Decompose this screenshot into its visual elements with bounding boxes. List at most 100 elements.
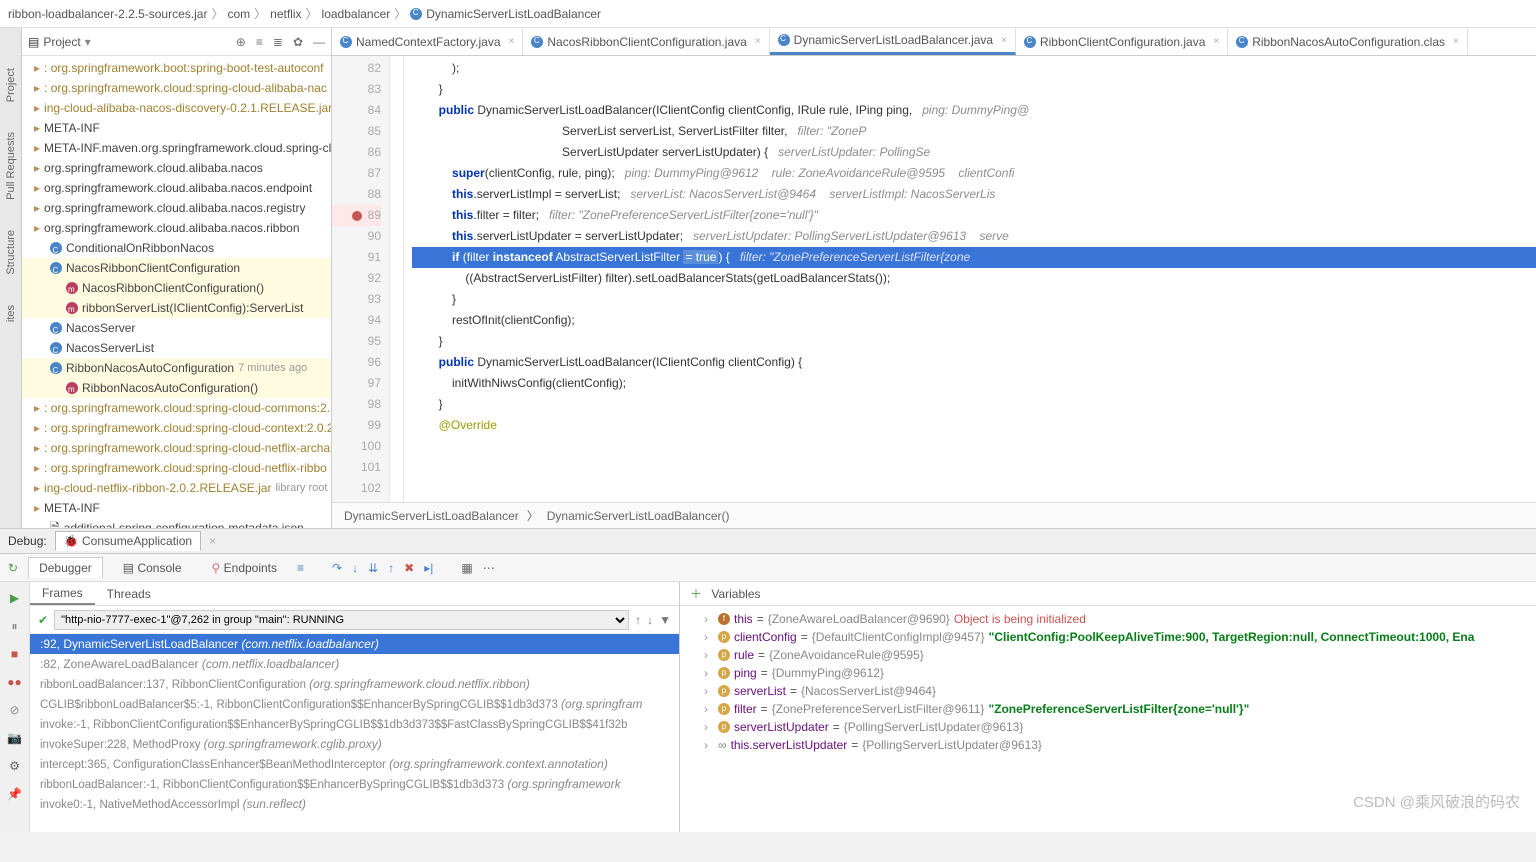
tree-item[interactable]: ▸ing-cloud-netflix-ribbon-2.0.2.RELEASE.… xyxy=(22,478,331,498)
expand-all-icon[interactable]: ≡ xyxy=(256,35,263,49)
tree-item[interactable]: ▸org.springframework.cloud.alibaba.nacos… xyxy=(22,218,331,238)
step-out-icon[interactable]: ↑ xyxy=(388,561,394,575)
bc-pkg[interactable]: loadbalancer xyxy=(322,7,391,21)
console-tab[interactable]: ▤ Console xyxy=(113,558,192,578)
variable-row[interactable]: ›∞ this.serverListUpdater = {PollingServ… xyxy=(680,736,1536,754)
tree-item[interactable]: NacosRibbonClientConfiguration() xyxy=(22,278,331,298)
tree-item[interactable]: RibbonNacosAutoConfiguration 7 minutes a… xyxy=(22,358,331,378)
filter-icon[interactable]: ▼ xyxy=(659,613,671,627)
variable-list[interactable]: ›f this = {ZoneAwareLoadBalancer@9690} O… xyxy=(680,606,1536,832)
stack-frame[interactable]: invoke:-1, RibbonClientConfiguration$$En… xyxy=(30,714,679,734)
project-dropdown[interactable]: Project xyxy=(43,35,80,49)
stack-frame[interactable]: ribbonLoadBalancer:-1, RibbonClientConfi… xyxy=(30,774,679,794)
variable-row[interactable]: ›p serverListUpdater = {PollingServerLis… xyxy=(680,718,1536,736)
get-thread-dump-button[interactable]: 📷 xyxy=(7,730,23,746)
add-watch-icon[interactable]: ＋ xyxy=(690,587,702,601)
bc2-class[interactable]: DynamicServerListLoadBalancer xyxy=(344,509,519,523)
variable-row[interactable]: ›p filter = {ZonePreferenceServerListFil… xyxy=(680,700,1536,718)
close-icon[interactable]: × xyxy=(755,36,761,47)
tree-item[interactable]: ▸META-INF.maven.org.springframework.clou… xyxy=(22,138,331,158)
resume-button[interactable]: ▶ xyxy=(7,590,23,606)
tree-item[interactable]: ▸: org.springframework.cloud:spring-clou… xyxy=(22,418,331,438)
threads-tab[interactable]: Threads xyxy=(95,584,163,604)
tree-item[interactable]: ▸org.springframework.cloud.alibaba.nacos xyxy=(22,158,331,178)
stack-frame[interactable]: invoke0:-1, NativeMethodAccessorImpl (su… xyxy=(30,794,679,814)
force-step-into-icon[interactable]: ⇊ xyxy=(368,561,378,575)
tree-item[interactable]: ▸: org.springframework.cloud:spring-clou… xyxy=(22,458,331,478)
tree-item[interactable]: ▸org.springframework.cloud.alibaba.nacos… xyxy=(22,198,331,218)
tree-item[interactable]: ▸META-INF xyxy=(22,498,331,518)
close-icon[interactable]: × xyxy=(1453,36,1459,47)
fold-gutter[interactable] xyxy=(390,56,404,502)
editor-tab[interactable]: NacosRibbonClientConfiguration.java× xyxy=(523,28,769,55)
layout-icon[interactable]: ≡ xyxy=(297,561,304,575)
chevron-down-icon[interactable]: ▾ xyxy=(85,35,91,49)
stack-frame[interactable]: CGLIB$ribbonLoadBalancer$5:-1, RibbonCli… xyxy=(30,694,679,714)
stack-frame[interactable]: intercept:365, ConfigurationClassEnhance… xyxy=(30,754,679,774)
tree-item[interactable]: ▸: org.springframework.cloud:spring-clou… xyxy=(22,78,331,98)
editor-tab[interactable]: RibbonClientConfiguration.java× xyxy=(1016,28,1228,55)
next-frame-icon[interactable]: ↓ xyxy=(647,613,653,627)
variable-row[interactable]: ›p rule = {ZoneAvoidanceRule@9595} xyxy=(680,646,1536,664)
run-to-cursor-icon[interactable]: ▸| xyxy=(424,561,433,575)
tree-item[interactable]: 🗎additional-spring-configuration-metadat… xyxy=(22,518,331,528)
evaluate-icon[interactable]: ▦ xyxy=(461,561,472,575)
stack-frame[interactable]: ribbonLoadBalancer:137, RibbonClientConf… xyxy=(30,674,679,694)
tree-item[interactable]: NacosRibbonClientConfiguration xyxy=(22,258,331,278)
structure-toolwindow-tab[interactable]: Structure xyxy=(5,230,17,275)
frame-list[interactable]: :92, DynamicServerListLoadBalancer (com.… xyxy=(30,634,679,832)
tree-item[interactable]: ▸: org.springframework.boot:spring-boot-… xyxy=(22,58,331,78)
stack-frame[interactable]: invokeSuper:228, MethodProxy (org.spring… xyxy=(30,734,679,754)
editor-breadcrumb[interactable]: DynamicServerListLoadBalancer 〉 DynamicS… xyxy=(332,502,1536,528)
view-breakpoints-button[interactable]: ●● xyxy=(7,674,23,690)
stack-frame[interactable]: :92, DynamicServerListLoadBalancer (com.… xyxy=(30,634,679,654)
tree-item[interactable]: ribbonServerList(IClientConfig):ServerLi… xyxy=(22,298,331,318)
step-into-icon[interactable]: ↓ xyxy=(352,561,358,575)
close-icon[interactable]: × xyxy=(509,36,515,47)
bc2-method[interactable]: DynamicServerListLoadBalancer() xyxy=(547,509,730,523)
settings-icon[interactable]: ✿ xyxy=(293,35,303,49)
close-icon[interactable]: × xyxy=(1001,35,1007,46)
pin-button[interactable]: 📌 xyxy=(7,786,23,802)
collapse-all-icon[interactable]: ≣ xyxy=(273,35,283,49)
code-editor[interactable]: 8283848586878889909192939495969798991001… xyxy=(332,56,1536,502)
tree-item[interactable]: ▸ing-cloud-alibaba-nacos-discovery-0.2.1… xyxy=(22,98,331,118)
pull-requests-toolwindow-tab[interactable]: Pull Requests xyxy=(5,132,17,200)
debugger-tab[interactable]: Debugger xyxy=(28,557,103,578)
mute-breakpoints-button[interactable]: ⊘ xyxy=(7,702,23,718)
variable-row[interactable]: ›p clientConfig = {DefaultClientConfigIm… xyxy=(680,628,1536,646)
stop-button[interactable]: ■ xyxy=(7,646,23,662)
variable-row[interactable]: ›p serverList = {NacosServerList@9464} xyxy=(680,682,1536,700)
project-tree[interactable]: ▸: org.springframework.boot:spring-boot-… xyxy=(22,56,331,528)
endpoints-tab[interactable]: ⚲ Endpoints xyxy=(202,558,288,578)
hide-icon[interactable]: — xyxy=(313,35,325,49)
bc-class[interactable]: DynamicServerListLoadBalancer xyxy=(410,7,601,21)
thread-selector[interactable]: "http-nio-7777-exec-1"@7,262 in group "m… xyxy=(54,610,629,630)
variable-row[interactable]: ›f this = {ZoneAwareLoadBalancer@9690} O… xyxy=(680,610,1536,628)
editor-tab[interactable]: RibbonNacosAutoConfiguration.clas× xyxy=(1228,28,1468,55)
tree-item[interactable]: NacosServerList xyxy=(22,338,331,358)
editor-tab[interactable]: NamedContextFactory.java× xyxy=(332,28,523,55)
more-icon[interactable]: ⋯ xyxy=(483,561,495,575)
stack-frame[interactable]: :82, ZoneAwareLoadBalancer (com.netflix.… xyxy=(30,654,679,674)
tree-item[interactable]: NacosServer xyxy=(22,318,331,338)
bc-pkg[interactable]: com xyxy=(227,7,250,21)
frames-tab[interactable]: Frames xyxy=(30,583,95,605)
rerun-icon[interactable]: ↻ xyxy=(8,561,18,575)
bc-jar[interactable]: ribbon-loadbalancer-2.2.5-sources.jar xyxy=(8,7,207,21)
project-toolwindow-tab[interactable]: Project xyxy=(5,68,17,102)
prev-frame-icon[interactable]: ↑ xyxy=(635,613,641,627)
settings-button[interactable]: ⚙ xyxy=(7,758,23,774)
tree-item[interactable]: ▸META-INF xyxy=(22,118,331,138)
step-over-icon[interactable]: ↷ xyxy=(332,561,342,575)
run-config-tab[interactable]: 🐞 ConsumeApplication xyxy=(55,531,201,551)
editor-tab[interactable]: DynamicServerListLoadBalancer.java× xyxy=(770,28,1016,55)
tree-item[interactable]: ▸: org.springframework.cloud:spring-clou… xyxy=(22,398,331,418)
code-content[interactable]: ); } public DynamicServerListLoadBalance… xyxy=(404,56,1536,502)
tree-item[interactable]: ▸: org.springframework.cloud:spring-clou… xyxy=(22,438,331,458)
close-icon[interactable]: × xyxy=(209,534,216,548)
favorites-toolwindow-tab[interactable]: ites xyxy=(5,305,17,322)
close-icon[interactable]: × xyxy=(1213,36,1219,47)
bc-pkg[interactable]: netflix xyxy=(270,7,301,21)
pause-button[interactable]: ⏸ xyxy=(7,618,23,634)
